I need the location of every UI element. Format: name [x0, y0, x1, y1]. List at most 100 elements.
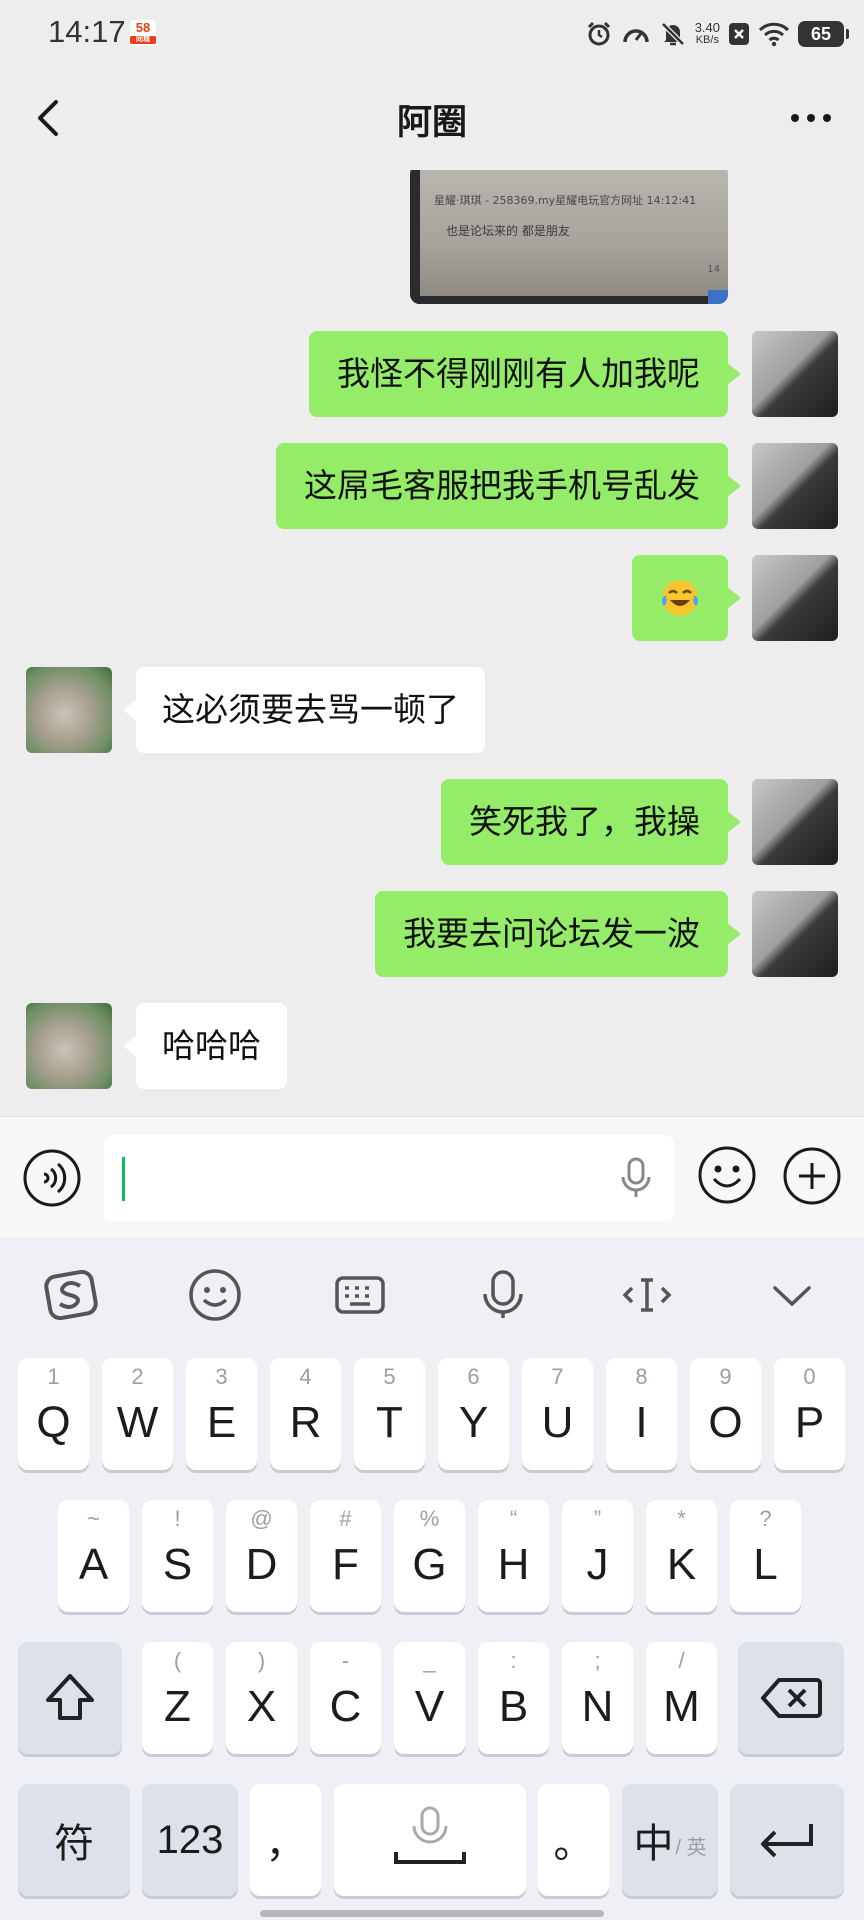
- key-w[interactable]: 2W: [102, 1358, 173, 1470]
- shift-key[interactable]: [18, 1642, 122, 1754]
- my-avatar[interactable]: [752, 331, 838, 417]
- key-p[interactable]: 0P: [774, 1358, 845, 1470]
- key-sub: 6: [467, 1364, 480, 1389]
- key-x[interactable]: ) X: [226, 1642, 297, 1754]
- key-r[interactable]: 4R: [270, 1358, 341, 1470]
- key-a[interactable]: ~ A: [58, 1500, 129, 1612]
- key-label: U: [541, 1398, 574, 1447]
- photo-bezel-bottom: [410, 296, 728, 304]
- my-avatar[interactable]: [752, 779, 838, 865]
- emoji-panel-icon[interactable]: [186, 1266, 244, 1324]
- number-key[interactable]: 123: [142, 1784, 238, 1896]
- key-sub: 3: [215, 1364, 228, 1389]
- more-functions-plus-button[interactable]: [782, 1146, 842, 1206]
- keyboard-toolbar: [0, 1238, 864, 1348]
- key-o[interactable]: 9O: [690, 1358, 761, 1470]
- key-z[interactable]: (Z: [142, 1642, 213, 1754]
- key-sub: 5: [383, 1364, 396, 1389]
- sogou-logo-icon[interactable]: [42, 1266, 100, 1324]
- keyboard-switch-icon[interactable]: [331, 1266, 389, 1324]
- message-bubble-sent[interactable]: 笑死我了，我操: [441, 779, 741, 865]
- key-sub: %: [419, 1506, 440, 1531]
- key-d[interactable]: @ D: [226, 1500, 297, 1612]
- key-label: Z: [164, 1682, 191, 1731]
- voice-mode-button[interactable]: [22, 1148, 82, 1208]
- key-label: K: [666, 1540, 697, 1589]
- space-key[interactable]: [334, 1784, 526, 1896]
- app-notification-icon: 58 同城: [130, 20, 156, 46]
- key-sub: 7: [551, 1364, 564, 1389]
- key-sub: (: [173, 1648, 182, 1673]
- key-label: G: [412, 1540, 447, 1589]
- contact-avatar[interactable]: [26, 667, 112, 753]
- key-sub: #: [339, 1506, 352, 1531]
- my-avatar[interactable]: [752, 555, 838, 641]
- key-c[interactable]: -C: [310, 1642, 381, 1754]
- cursor-move-icon[interactable]: [618, 1266, 676, 1324]
- backspace-key[interactable]: [738, 1642, 844, 1754]
- net-speed: 3.40 KB/s: [695, 21, 720, 47]
- key-sub: 9: [719, 1364, 732, 1389]
- key-sub: 0: [803, 1364, 816, 1389]
- key-label: L: [753, 1540, 778, 1589]
- image-message[interactable]: 星耀·琪琪 - 258369.my星耀电玩官方网址 14:12:41 也是论坛来…: [410, 170, 728, 304]
- key-s[interactable]: ! S: [142, 1500, 213, 1612]
- voice-input-mic-icon[interactable]: [618, 1157, 654, 1199]
- key-b[interactable]: :B: [478, 1642, 549, 1754]
- key-label: A: [78, 1540, 109, 1589]
- key-label: R: [289, 1398, 322, 1447]
- photo-corner-number: 14: [707, 264, 720, 275]
- my-avatar[interactable]: [752, 443, 838, 529]
- message-bubble-sent[interactable]: 我要去问论坛发一波: [375, 891, 741, 977]
- message-bubble-sent[interactable]: 我怪不得刚刚有人加我呢: [309, 331, 741, 417]
- language-switch-key[interactable]: 中 / 英: [622, 1784, 718, 1896]
- enter-key[interactable]: [730, 1784, 844, 1896]
- comma-key[interactable]: ，: [250, 1784, 321, 1896]
- app-badge: 58: [135, 20, 151, 35]
- key-g[interactable]: % G: [394, 1500, 465, 1612]
- key-label: H: [497, 1540, 530, 1589]
- net-speed-unit: KB/s: [695, 34, 719, 46]
- key-h[interactable]: “H: [478, 1500, 549, 1612]
- key-l[interactable]: ? L: [730, 1500, 801, 1612]
- key-n[interactable]: ; N: [562, 1642, 633, 1754]
- key-m[interactable]: / M: [646, 1642, 717, 1754]
- tears-of-joy-emoji-icon: [662, 580, 698, 616]
- lang-main-label: 中: [633, 1822, 674, 1866]
- symbol-key[interactable]: 符: [18, 1784, 130, 1896]
- more-options-icon[interactable]: [778, 90, 844, 146]
- key-v[interactable]: _ V: [394, 1642, 465, 1754]
- key-e[interactable]: 3E: [186, 1358, 257, 1470]
- lang-key-labels: 中 / 英: [622, 1784, 718, 1896]
- contact-avatar[interactable]: [26, 1003, 112, 1089]
- photo-corner-patch: [708, 290, 728, 304]
- text-cursor: [122, 1157, 125, 1201]
- voice-typing-mic-icon[interactable]: [474, 1266, 532, 1324]
- collapse-keyboard-chevron-icon[interactable]: [763, 1266, 821, 1324]
- key-j[interactable]: ” J: [562, 1500, 633, 1612]
- key-sub: _: [423, 1648, 436, 1673]
- emoji-button[interactable]: [696, 1144, 758, 1206]
- message-bubble-sent[interactable]: 这屌毛客服把我手机号乱发: [276, 443, 741, 529]
- key-label: J: [586, 1540, 609, 1589]
- key-label: 符: [54, 1822, 94, 1866]
- message-bubble-sent-emoji[interactable]: [632, 555, 741, 641]
- key-t[interactable]: 5T: [354, 1358, 425, 1470]
- key-sub: ”: [593, 1506, 602, 1531]
- message-bubble-received[interactable]: 哈哈哈: [123, 1003, 287, 1089]
- key-i[interactable]: 8I: [606, 1358, 677, 1470]
- my-avatar[interactable]: [752, 891, 838, 977]
- alarm-icon: [587, 21, 610, 46]
- period-key[interactable]: 。: [538, 1784, 609, 1896]
- key-label: V: [414, 1682, 445, 1731]
- key-u[interactable]: 7U: [522, 1358, 593, 1470]
- key-q[interactable]: 1Q: [18, 1358, 89, 1470]
- message-list[interactable]: 星耀·琪琪 - 258369.my星耀电玩官方网址 14:12:41 也是论坛来…: [0, 170, 864, 1116]
- key-y[interactable]: 6Y: [438, 1358, 509, 1470]
- key-k[interactable]: * K: [646, 1500, 717, 1612]
- key-f[interactable]: # F: [310, 1500, 381, 1612]
- message-input[interactable]: [104, 1135, 674, 1221]
- home-indicator[interactable]: [260, 1910, 604, 1917]
- space-mic-icon: [394, 1806, 466, 1864]
- message-bubble-received[interactable]: 这必须要去骂一顿了: [123, 667, 485, 753]
